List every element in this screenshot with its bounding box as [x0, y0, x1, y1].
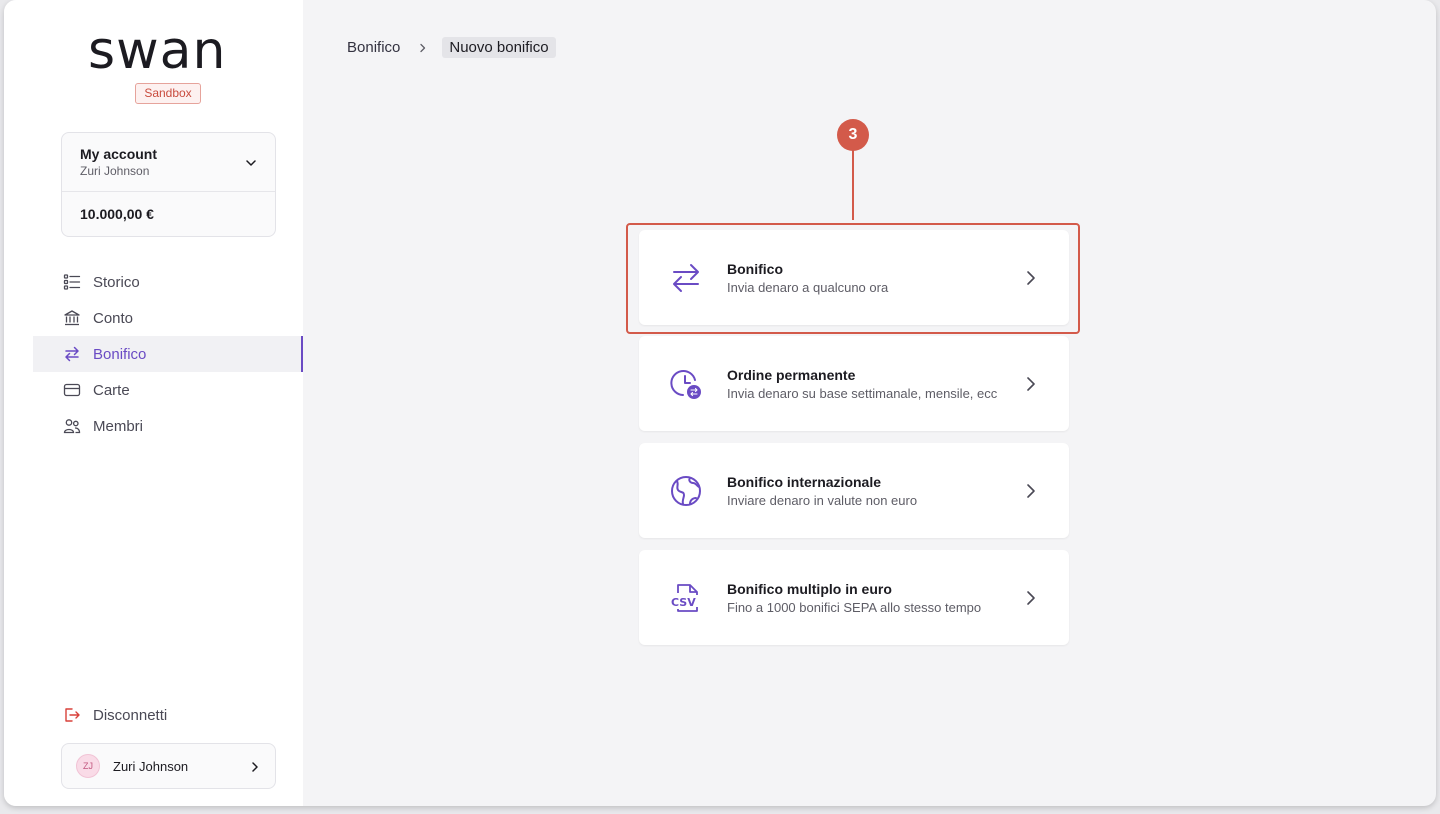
account-holder: Zuri Johnson [80, 164, 150, 178]
list-icon [63, 273, 81, 291]
svg-text:swan: swan [88, 28, 226, 72]
sidebar-item-membri[interactable]: Membri [33, 408, 303, 444]
option-subtitle: Invia denaro a qualcuno ora [727, 280, 889, 295]
account-balance: 10.000,00 € [80, 206, 154, 222]
sidebar-item-label: Storico [93, 273, 140, 291]
logout-label: Disconnetti [93, 706, 168, 724]
option-title: Bonifico multiplo in euro [727, 581, 892, 597]
sidebar-item-storico[interactable]: Storico [33, 264, 303, 300]
transfer-option-bonifico[interactable]: Bonifico Invia denaro a qualcuno ora [639, 230, 1069, 325]
chevron-right-icon [1024, 590, 1038, 611]
transfer-arrows-icon [669, 261, 703, 295]
breadcrumb: Bonifico Nuovo bonifico [347, 37, 556, 58]
swan-logo: swan [88, 21, 248, 81]
transfer-arrows-icon [63, 345, 81, 363]
sidebar-item-carte[interactable]: Carte [33, 372, 303, 408]
option-subtitle: Invia denaro su base settimanale, mensil… [727, 386, 998, 401]
chevron-right-icon [1024, 270, 1038, 291]
sidebar-item-label: Bonifico [93, 345, 147, 363]
user-name: Zuri Johnson [113, 758, 189, 774]
option-title: Bonifico [727, 261, 783, 277]
option-subtitle: Fino a 1000 bonifici SEPA allo stesso te… [727, 600, 982, 615]
breadcrumb-parent[interactable]: Bonifico [347, 39, 400, 56]
transfer-option-internazionale[interactable]: Bonifico internazionale Inviare denaro i… [639, 443, 1069, 538]
sidebar-item-label: Membri [93, 417, 144, 435]
recurring-clock-icon [669, 367, 703, 401]
sidebar-nav: Storico Conto Bonifico Carte Membri [33, 264, 303, 444]
option-title: Bonifico internazionale [727, 474, 882, 490]
transfer-option-ordine-permanente[interactable]: Ordine permanente Invia denaro su base s… [639, 336, 1069, 431]
chevron-right-icon [1024, 483, 1038, 504]
chevron-right-icon [249, 760, 261, 778]
sidebar: swan Sandbox My account Zuri Johnson 10.… [4, 0, 303, 806]
account-header[interactable]: My account Zuri Johnson [62, 133, 275, 192]
step-badge: 3 [837, 119, 869, 151]
globe-icon [669, 474, 703, 508]
option-subtitle: Inviare denaro in valute non euro [727, 493, 918, 508]
chevron-right-icon [418, 43, 428, 53]
chevron-down-icon[interactable] [245, 156, 257, 174]
chevron-right-icon [1024, 376, 1038, 397]
app-window: swan Sandbox My account Zuri Johnson 10.… [4, 0, 1436, 806]
sidebar-item-conto[interactable]: Conto [33, 300, 303, 336]
user-profile-button[interactable]: ZJ Zuri Johnson [61, 743, 276, 789]
sandbox-badge: Sandbox [135, 83, 201, 104]
sidebar-item-bonifico[interactable]: Bonifico [33, 336, 303, 372]
logout-icon [63, 706, 81, 724]
sidebar-item-label: Carte [93, 381, 130, 399]
option-title: Ordine permanente [727, 367, 856, 383]
step-connector [852, 150, 854, 220]
bank-icon [63, 309, 81, 327]
account-name: My account [80, 146, 158, 162]
avatar: ZJ [76, 754, 100, 778]
card-icon [63, 381, 81, 399]
svg-text:CSV: CSV [671, 596, 696, 609]
sidebar-item-label: Conto [93, 309, 134, 327]
csv-file-icon: CSV [669, 581, 703, 615]
breadcrumb-current: Nuovo bonifico [442, 37, 556, 58]
account-selector[interactable]: My account Zuri Johnson 10.000,00 € [61, 132, 276, 237]
transfer-option-multiplo[interactable]: CSV Bonifico multiplo in euro Fino a 100… [639, 550, 1069, 645]
members-icon [63, 417, 81, 435]
logout-button[interactable]: Disconnetti [63, 704, 167, 726]
